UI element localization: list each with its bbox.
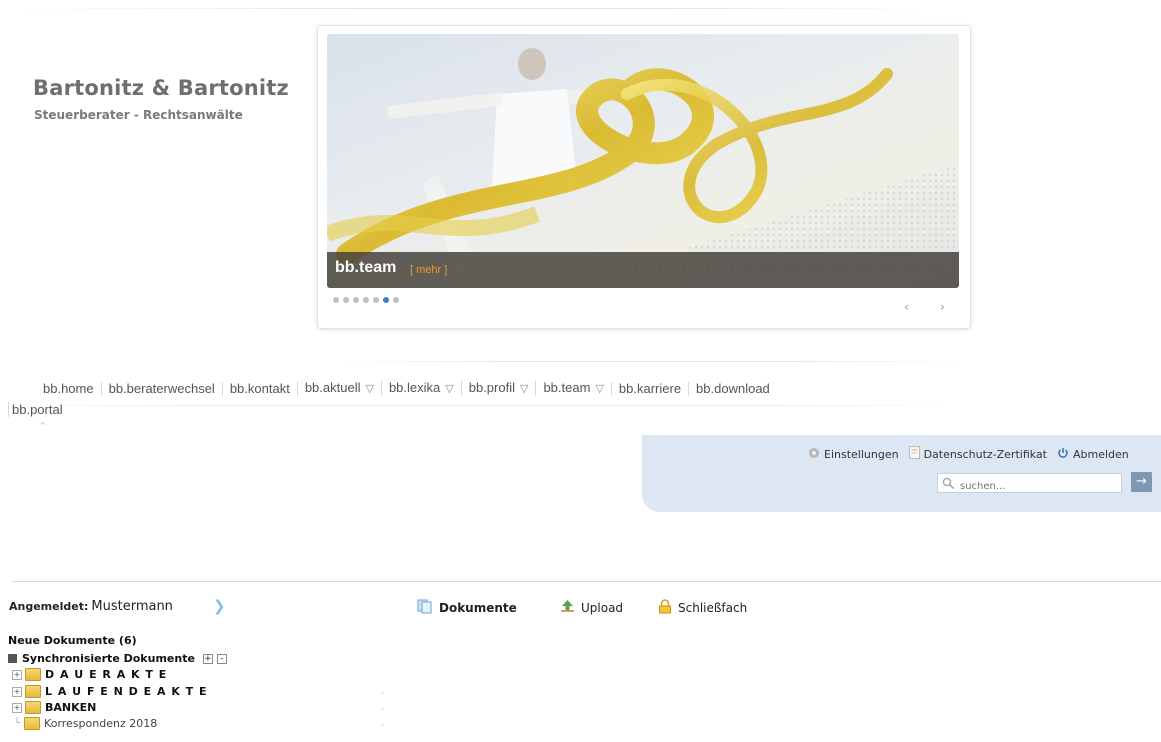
- top-divider: [0, 8, 940, 9]
- slide-image: [327, 34, 959, 288]
- nav-label: bb.team: [543, 380, 591, 395]
- settings-label: Einstellungen: [824, 447, 899, 461]
- document-icon: [908, 446, 920, 462]
- brand-name: Bartonitz & Bartonitz: [33, 76, 289, 100]
- tab-documents[interactable]: Dokumente: [417, 599, 517, 617]
- folder-label: D A U E R A K T E: [45, 668, 168, 681]
- dropdown-arrow-icon: ▽: [445, 383, 454, 395]
- slider-dot[interactable]: [373, 297, 379, 303]
- gear-icon: [808, 447, 820, 462]
- expand-icon[interactable]: +: [12, 702, 22, 713]
- logged-in-label: Angemeldet:: [9, 600, 89, 613]
- folder-icon: [24, 717, 41, 730]
- folder-icon: [25, 685, 41, 698]
- nav-item-home[interactable]: bb.home: [36, 380, 101, 396]
- tab-upload[interactable]: Upload: [560, 599, 623, 616]
- power-icon: [1057, 447, 1069, 462]
- nav-label: bb.aktuell: [304, 380, 361, 395]
- slide-more-link[interactable]: [ mehr ]: [410, 264, 447, 276]
- synced-status-icon: [8, 654, 17, 663]
- documents-icon: [417, 599, 433, 617]
- collapse-all-button[interactable]: -: [216, 653, 227, 664]
- search-field[interactable]: [937, 473, 1122, 495]
- slider-dot[interactable]: [393, 297, 399, 303]
- nav-divider-bottom: [0, 405, 960, 406]
- nav-item-kontakt[interactable]: bb.kontakt: [221, 380, 297, 396]
- search-go-button[interactable]: →: [1131, 472, 1152, 492]
- attachment-icon: ۦ: [381, 686, 385, 697]
- brand-tagline: Steuerberater - Rechtsanwälte: [34, 108, 243, 122]
- slider-dot[interactable]: [363, 297, 369, 303]
- nav-label: bb.profil: [468, 380, 515, 395]
- nav-item-download[interactable]: bb.download: [688, 380, 777, 396]
- nav-item-portal[interactable]: bb.portal: [8, 402, 63, 417]
- nav-item-lexika[interactable]: bb.lexika ▽: [380, 380, 461, 396]
- folder-label: L A U F E N D E A K T E: [45, 685, 208, 698]
- slider-dot[interactable]: [333, 297, 339, 303]
- active-caret-icon: ⌃: [38, 420, 48, 433]
- user-toolbar: Einstellungen Datenschutz-Zertifikat Abm…: [808, 446, 1139, 462]
- folder-icon: [25, 701, 41, 714]
- privacy-certificate-label: Datenschutz-Zertifikat: [923, 447, 1047, 461]
- tree-folder-laufendeakte[interactable]: + L A U F E N D E A K T E: [12, 685, 208, 698]
- slide-caption-title: bb.team: [335, 259, 397, 276]
- tree-line-icon: └: [14, 718, 21, 729]
- nav-item-beraterwechsel[interactable]: bb.beraterwechsel: [100, 380, 222, 396]
- search-input[interactable]: [960, 478, 1110, 495]
- dropdown-arrow-icon: ▽: [595, 383, 604, 395]
- tab-documents-label: Dokumente: [439, 601, 517, 615]
- logout-link[interactable]: Abmelden: [1057, 447, 1129, 462]
- main-nav: bb.home bb.beraterwechsel bb.kontakt bb.…: [36, 381, 777, 396]
- slider-next-icon[interactable]: ›: [940, 300, 945, 314]
- logged-in-status: Angemeldet: Mustermann: [9, 599, 173, 614]
- expand-icon[interactable]: +: [12, 686, 22, 697]
- logout-label: Abmelden: [1072, 447, 1129, 461]
- tree-folder-dauerakte[interactable]: + D A U E R A K T E: [12, 668, 167, 681]
- nav-item-aktuell[interactable]: bb.aktuell ▽: [296, 380, 381, 396]
- nav-label: bb.download: [696, 380, 770, 396]
- tab-upload-label: Upload: [581, 600, 624, 615]
- dropdown-arrow-icon: ▽: [519, 383, 529, 395]
- settings-link[interactable]: Einstellungen: [808, 447, 899, 462]
- user-chevron-icon[interactable]: ❯: [213, 597, 226, 615]
- folder-label: BANKEN: [45, 701, 97, 714]
- nav-label: bb.home: [43, 380, 94, 396]
- synced-documents-header: Synchronisierte Dokumente + -: [8, 652, 227, 665]
- nav-item-team[interactable]: bb.team ▽: [535, 381, 610, 396]
- expand-icon[interactable]: +: [12, 669, 22, 680]
- slider-dot[interactable]: [343, 297, 349, 303]
- lock-icon: [658, 599, 672, 617]
- slider-dot[interactable]: [353, 297, 359, 303]
- synced-documents-label: Synchronisierte Dokumente: [22, 652, 195, 665]
- attachment-icon: ۦ: [381, 702, 385, 713]
- tab-safe[interactable]: Schließfach: [658, 599, 747, 617]
- nav-label: bb.beraterwechsel: [108, 380, 215, 396]
- tab-safe-label: Schließfach: [678, 601, 748, 615]
- nav-item-profil[interactable]: bb.profil ▽: [460, 380, 536, 396]
- slider-dot-active[interactable]: [383, 297, 389, 303]
- nav-item-karriere[interactable]: bb.karriere: [610, 380, 688, 396]
- tree-folder-banken[interactable]: + BANKEN: [12, 701, 96, 714]
- nav-divider-top: [330, 361, 970, 362]
- slider-prev-icon[interactable]: ‹: [904, 300, 909, 314]
- nav-label: bb.kontakt: [229, 380, 290, 396]
- slider-dots: [333, 297, 399, 303]
- nav-label: bb.lexika: [388, 380, 441, 395]
- dropdown-arrow-icon: ▽: [365, 383, 374, 395]
- attachment-icon: ۦ: [381, 718, 385, 729]
- content-divider: [12, 581, 1161, 582]
- new-documents-label: Neue Dokumente (6): [8, 634, 137, 647]
- new-documents-link[interactable]: Neue Dokumente (6): [8, 634, 137, 647]
- privacy-certificate-link[interactable]: Datenschutz-Zertifikat: [908, 446, 1047, 462]
- folder-icon: [25, 668, 41, 681]
- upload-icon: [560, 599, 575, 616]
- username[interactable]: Mustermann: [91, 599, 173, 614]
- tree-folder-korrespondenz[interactable]: └ Korrespondenz 2018: [14, 717, 157, 730]
- expand-all-button[interactable]: +: [202, 653, 213, 664]
- search-icon: [942, 475, 955, 494]
- nav-label: bb.karriere: [618, 380, 682, 396]
- folder-label: Korrespondenz 2018: [44, 717, 158, 730]
